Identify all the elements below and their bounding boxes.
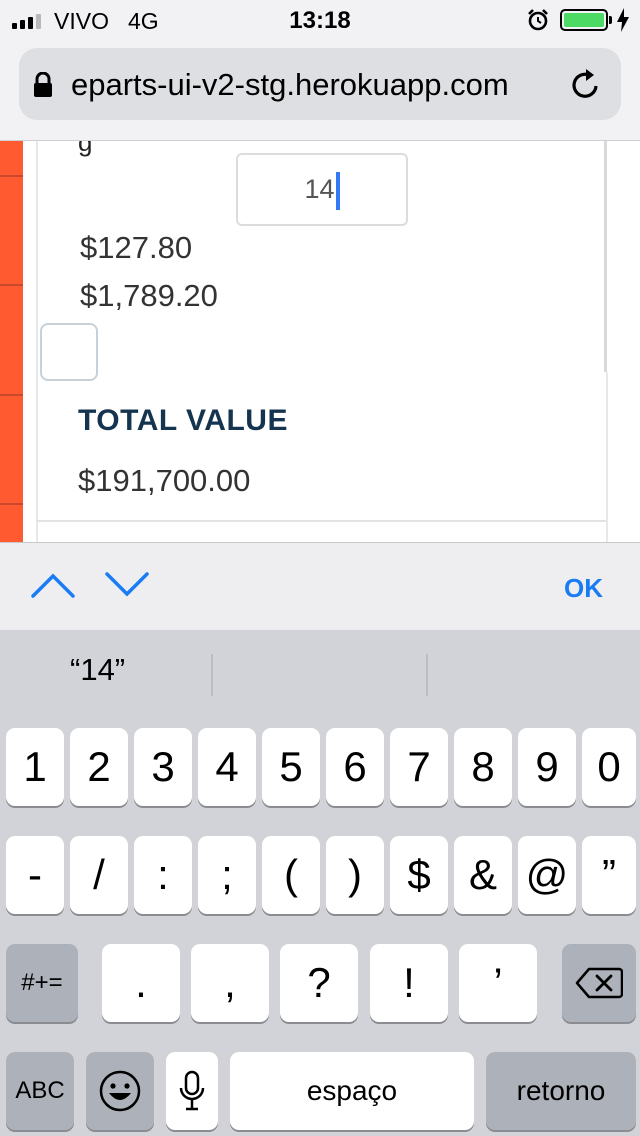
card-right-border [604,141,607,372]
key-dollar[interactable]: $ [390,836,448,914]
unit-price: $127.80 [80,230,193,265]
quantity-value: 14 [304,174,335,204]
status-bar: VIVO 4G 13:18 [0,0,640,40]
key-5[interactable]: 5 [262,728,320,806]
browser-toolbar: eparts-ui-v2-stg.herokuapp.com [0,40,640,141]
key-colon[interactable]: : [134,836,192,914]
symbols-key[interactable]: #+= [6,944,78,1022]
url-text: eparts-ui-v2-stg.herokuapp.com [71,67,509,102]
next-field-chevron-down-icon[interactable] [104,571,150,599]
key-question[interactable]: ? [280,944,358,1022]
keyboard: “14” 1 2 3 4 5 6 7 8 9 0 - / : ; ( ) $ &… [0,630,640,1136]
key-3[interactable]: 3 [134,728,192,806]
key-apostrophe[interactable]: ’ [459,944,537,1022]
key-1[interactable]: 1 [6,728,64,806]
total-value-label: TOTAL VALUE [78,404,288,437]
reload-icon[interactable] [569,68,603,102]
done-button[interactable]: OK [564,573,603,604]
web-page-content: g 14 $127.80 $1,789.20 TOTAL VALUE $191,… [0,141,640,542]
item-checkbox[interactable] [40,323,98,381]
suggestion-divider [426,654,428,696]
key-7[interactable]: 7 [390,728,448,806]
suggestion-item[interactable]: “14” [70,652,125,688]
total-value-amount: $191,700.00 [78,463,251,498]
emoji-icon [99,1070,141,1112]
key-semicolon[interactable]: ; [198,836,256,914]
previous-field-chevron-up-icon[interactable] [30,571,76,599]
return-key[interactable]: retorno [486,1052,636,1130]
key-period[interactable]: . [102,944,180,1022]
key-8[interactable]: 8 [454,728,512,806]
key-exclamation[interactable]: ! [370,944,448,1022]
key-slash[interactable]: / [70,836,128,914]
key-0[interactable]: 0 [582,728,636,806]
microphone-icon [179,1070,205,1111]
suggestion-bar: “14” [0,630,640,716]
key-9[interactable]: 9 [518,728,576,806]
delete-key[interactable] [562,944,636,1022]
space-key[interactable]: espaço [230,1052,474,1130]
key-close-paren[interactable]: ) [326,836,384,914]
key-6[interactable]: 6 [326,728,384,806]
abc-key[interactable]: ABC [6,1052,74,1130]
backspace-icon [575,967,623,999]
battery-tip [609,16,612,24]
battery-icon [560,9,608,31]
quantity-input[interactable]: 14 [236,153,408,226]
key-at[interactable]: @ [518,836,576,914]
key-2[interactable]: 2 [70,728,128,806]
keyboard-accessory-bar: OK [0,542,640,630]
clipped-label: g [78,141,93,157]
lock-icon [34,72,52,97]
key-comma[interactable]: , [191,944,269,1022]
alarm-icon [528,9,548,31]
key-quote[interactable]: ” [582,836,636,914]
text-caret [335,171,340,210]
card-left-border [36,141,38,542]
row-divider [36,520,606,522]
suggestion-divider [211,654,213,696]
address-bar[interactable]: eparts-ui-v2-stg.herokuapp.com [19,48,621,120]
side-accent-bar [0,141,23,542]
key-ampersand[interactable]: & [454,836,512,914]
charging-icon [617,8,629,32]
emoji-key[interactable] [86,1052,154,1130]
key-open-paren[interactable]: ( [262,836,320,914]
card-right-border-lower [606,372,608,542]
dictation-key[interactable] [166,1052,218,1130]
line-total-price: $1,789.20 [80,278,218,313]
key-hyphen[interactable]: - [6,836,64,914]
key-4[interactable]: 4 [198,728,256,806]
